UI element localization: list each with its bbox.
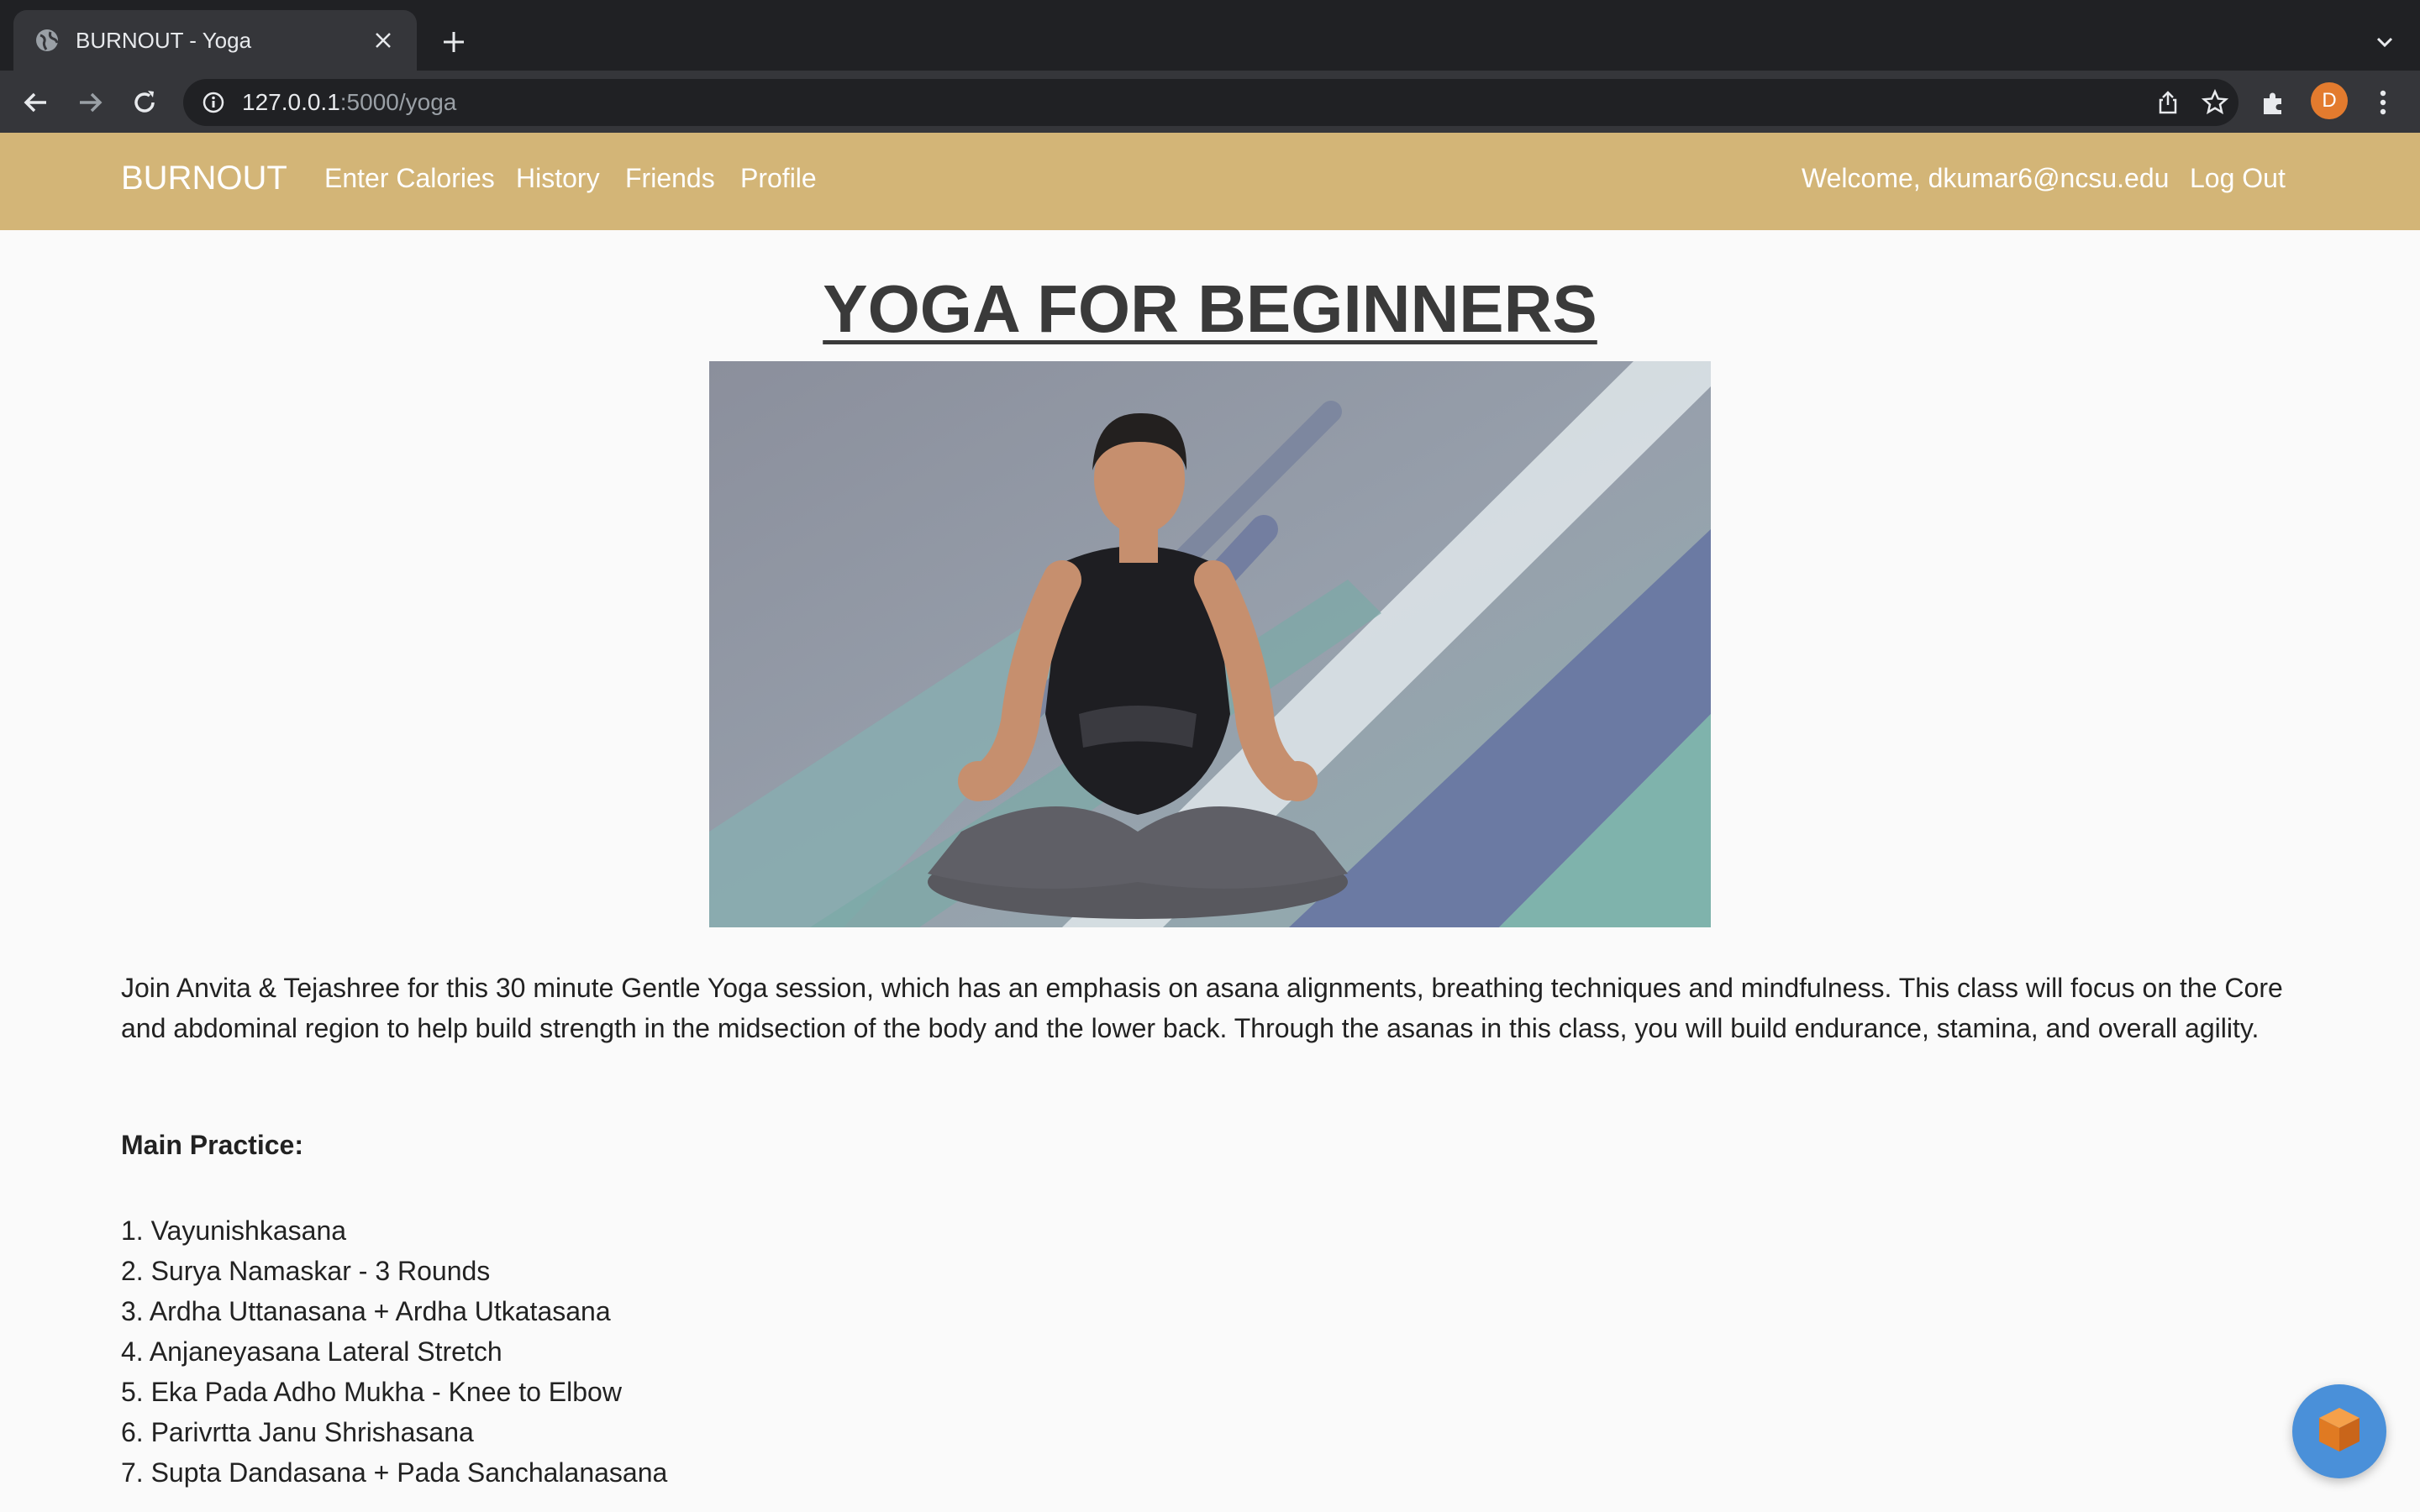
brand-link[interactable]: BURNOUT — [121, 160, 287, 197]
globe-icon — [34, 27, 60, 54]
logout-link[interactable]: Log Out — [2190, 163, 2286, 194]
browser-tab[interactable]: BURNOUT - Yoga — [13, 10, 417, 71]
back-arrow-icon[interactable] — [17, 84, 54, 121]
forward-arrow-icon[interactable] — [72, 84, 109, 121]
nav-history[interactable]: History — [516, 163, 600, 194]
chevron-down-icon[interactable] — [2370, 27, 2400, 57]
list-item: 3. Ardha Uttanasana + Ardha Utkatasana — [121, 1296, 611, 1326]
list-item: 6. Parivrtta Janu Shrishasana — [121, 1417, 474, 1447]
share-icon[interactable] — [2144, 79, 2191, 126]
floating-action-button[interactable] — [2292, 1384, 2386, 1478]
yoga-video-thumbnail[interactable] — [709, 361, 1711, 927]
close-icon[interactable] — [370, 27, 397, 54]
list-item: 1. Vayunishkasana — [121, 1215, 347, 1246]
nav-friends[interactable]: Friends — [625, 163, 715, 194]
browser-toolbar: 127.0.0.1:5000/yoga — [0, 71, 2420, 133]
browser-tabstrip: BURNOUT - Yoga — [0, 0, 2420, 71]
avatar[interactable]: D — [2311, 82, 2348, 119]
welcome-text: Welcome, dkumar6@ncsu.edu — [1802, 163, 2170, 193]
url-text: 127.0.0.1:5000/yoga — [242, 89, 456, 116]
puzzle-icon[interactable] — [2255, 84, 2292, 121]
kebab-menu-icon[interactable] — [2365, 84, 2402, 121]
plus-icon[interactable] — [437, 25, 471, 59]
url-path: :5000/yoga — [339, 89, 457, 115]
site-navbar: BURNOUT Enter Calories History Friends P… — [0, 133, 2420, 230]
address-bar[interactable]: 127.0.0.1:5000/yoga — [183, 79, 2238, 126]
list-item: 4. Anjaneyasana Lateral Stretch — [121, 1336, 502, 1367]
tab-title: BURNOUT - Yoga — [76, 27, 252, 53]
list-item: 5. Eka Pada Adho Mukha - Knee to Elbow — [121, 1377, 622, 1407]
url-host: 127.0.0.1 — [242, 89, 340, 115]
list-item: 7. Supta Dandasana + Pada Sanchalanasana — [121, 1457, 668, 1488]
section-heading: Main Practice: — [121, 1130, 303, 1160]
star-icon[interactable] — [2191, 79, 2238, 126]
practice-list: 1. Vayunishkasana 2. Surya Namaskar - 3 … — [121, 1210, 667, 1493]
page-title: YOGA FOR BEGINNERS — [823, 271, 1597, 346]
class-description: Join Anvita & Tejashree for this 30 minu… — [121, 973, 2283, 1043]
info-icon[interactable] — [200, 89, 227, 116]
cube-icon — [2312, 1403, 2366, 1461]
nav-enter-calories[interactable]: Enter Calories — [324, 163, 495, 194]
nav-profile[interactable]: Profile — [740, 163, 817, 194]
reload-icon[interactable] — [126, 84, 163, 121]
list-item: 2. Surya Namaskar - 3 Rounds — [121, 1256, 491, 1286]
